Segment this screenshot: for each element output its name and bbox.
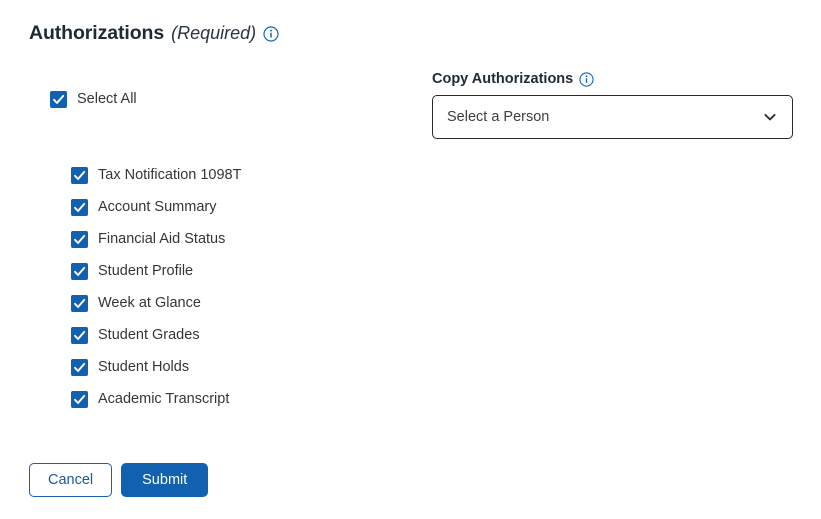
select-all-row[interactable]: Select All: [50, 91, 137, 108]
select-a-person-value: Select a Person: [447, 109, 550, 125]
authorization-row[interactable]: Week at Glance: [71, 287, 241, 319]
copy-authorizations-label-row: Copy Authorizations: [432, 71, 793, 87]
info-circle-icon[interactable]: [579, 71, 594, 87]
authorization-label: Tax Notification 1098T: [98, 166, 242, 183]
form-actions: Cancel Submit: [29, 463, 209, 497]
authorization-checkbox[interactable]: [71, 294, 88, 312]
authorization-checkbox-list: Tax Notification 1098T Account Summary F…: [71, 159, 241, 415]
authorization-label: Week at Glance: [98, 294, 201, 311]
authorization-checkbox[interactable]: [71, 198, 88, 216]
authorization-checkbox[interactable]: [71, 230, 88, 248]
submit-button[interactable]: Submit: [121, 463, 209, 497]
authorization-row[interactable]: Student Profile: [71, 255, 241, 287]
authorization-checkbox[interactable]: [71, 390, 88, 408]
authorization-row[interactable]: Student Grades: [71, 319, 241, 351]
authorization-label: Academic Transcript: [98, 390, 230, 407]
authorization-label: Financial Aid Status: [98, 230, 226, 247]
authorization-checkbox[interactable]: [71, 358, 88, 376]
page-header: Authorizations (Required): [29, 22, 279, 45]
authorization-checkbox[interactable]: [71, 326, 88, 344]
select-all-checkbox[interactable]: [50, 91, 67, 108]
cancel-button[interactable]: Cancel: [29, 463, 113, 497]
authorization-row[interactable]: Account Summary: [71, 191, 241, 223]
authorization-label: Account Summary: [98, 198, 217, 215]
authorization-checkbox[interactable]: [71, 166, 88, 184]
authorization-label: Student Grades: [98, 326, 200, 343]
authorization-label: Student Holds: [98, 358, 190, 375]
authorization-row[interactable]: Academic Transcript: [71, 383, 241, 415]
authorization-row[interactable]: Student Holds: [71, 351, 241, 383]
chevron-down-icon[interactable]: [762, 109, 778, 125]
page-title-required-note: (Required): [171, 23, 257, 43]
page-title: Authorizations: [29, 22, 165, 44]
authorization-label: Student Profile: [98, 262, 194, 279]
copy-authorizations-panel: Copy Authorizations Select a Person: [432, 71, 793, 139]
authorization-row[interactable]: Financial Aid Status: [71, 223, 241, 255]
authorization-checkbox[interactable]: [71, 262, 88, 280]
select-all-label: Select All: [77, 91, 137, 108]
info-circle-icon[interactable]: [263, 25, 279, 42]
copy-authorizations-label: Copy Authorizations: [432, 71, 574, 87]
authorization-row[interactable]: Tax Notification 1098T: [71, 159, 241, 191]
select-a-person-dropdown[interactable]: Select a Person: [432, 95, 793, 139]
